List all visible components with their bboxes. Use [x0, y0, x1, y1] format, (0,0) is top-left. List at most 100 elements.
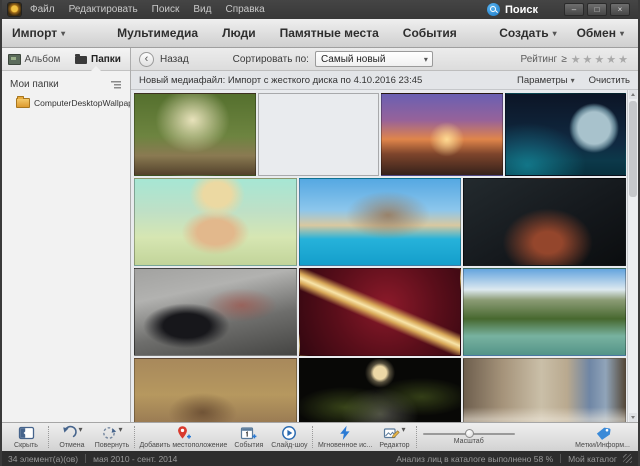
- add-event-button[interactable]: События: [229, 423, 269, 451]
- items-count: 34 элемент(а)(ов): [8, 454, 78, 464]
- divider: [560, 454, 561, 463]
- photo-thumbnail[interactable]: [463, 268, 626, 356]
- hide-panel-button[interactable]: Скрыть: [6, 423, 46, 451]
- divider: [85, 454, 86, 463]
- face-analysis-status: Анализ лиц в каталоге выполнено 58 %: [396, 454, 553, 464]
- rotate-icon: [101, 425, 117, 441]
- menu-edit[interactable]: Редактировать: [69, 4, 138, 15]
- media-toolbar: ‹ Назад Сортировать по: Самый новый ▾ Ре…: [131, 48, 638, 71]
- search-label: Поиск: [505, 4, 538, 16]
- photo-grid: [131, 90, 638, 422]
- menu-help[interactable]: Справка: [225, 4, 264, 15]
- tab-places[interactable]: Памятные места: [280, 26, 379, 40]
- slideshow-button[interactable]: Слайд-шоу: [269, 423, 310, 451]
- sort-by-label: Сортировать по:: [233, 54, 309, 65]
- create-button[interactable]: Создать ▾: [499, 26, 556, 40]
- sort-value: Самый новый: [321, 54, 386, 65]
- photo-thumbnail[interactable]: [505, 93, 627, 176]
- options-label: Параметры: [517, 75, 568, 86]
- tab-events[interactable]: События: [403, 26, 457, 40]
- event-calendar-icon: [240, 425, 257, 441]
- add-location-button[interactable]: Добавить местоположение: [138, 423, 229, 451]
- scroll-down-arrow-icon[interactable]: [629, 413, 637, 422]
- resize-grip[interactable]: [623, 454, 632, 463]
- separator: [134, 426, 136, 448]
- batch-title: Новый медиафайл: Импорт с жесткого диска…: [139, 75, 422, 86]
- menu-file[interactable]: Файл: [30, 4, 55, 15]
- photo-thumbnail[interactable]: [134, 93, 256, 176]
- close-button[interactable]: ×: [610, 3, 630, 16]
- share-button[interactable]: Обмен ▾: [577, 26, 624, 40]
- photo-thumbnail[interactable]: [134, 268, 297, 356]
- panel-tabs: Альбом Папки: [2, 48, 130, 71]
- options-button[interactable]: Параметры ▾: [517, 75, 575, 86]
- catalog-name[interactable]: Мой каталог: [568, 454, 617, 464]
- clear-button[interactable]: Очистить: [589, 75, 630, 86]
- folder-name: ComputerDesktopWallpapersColle...: [34, 98, 130, 108]
- add-location-pin-icon: [175, 425, 192, 441]
- window-controls: – □ ×: [564, 3, 630, 16]
- photo-thumbnail[interactable]: [463, 358, 626, 422]
- menu-find[interactable]: Поиск: [152, 4, 180, 15]
- import-button[interactable]: Импорт ▾: [12, 26, 65, 40]
- hide-panel-icon: [18, 425, 35, 441]
- rating-filter[interactable]: Рейтинг ≥ ★★★★★: [520, 53, 630, 66]
- slideshow-play-icon: [281, 425, 297, 441]
- photo-thumbnail[interactable]: [134, 178, 297, 266]
- menu-bar: Файл Редактировать Поиск Вид Справка: [30, 4, 265, 15]
- create-label: Создать: [499, 26, 548, 40]
- chevron-down-icon[interactable]: ▾: [401, 425, 405, 434]
- photo-thumbnail[interactable]: [299, 178, 462, 266]
- main-area: ‹ Назад Сортировать по: Самый новый ▾ Ре…: [131, 48, 638, 422]
- maximize-button[interactable]: □: [587, 3, 607, 16]
- zoom-slider[interactable]: Масштаб: [420, 429, 517, 445]
- photo-thumbnail[interactable]: [299, 268, 462, 356]
- search-button[interactable]: Поиск: [487, 3, 538, 16]
- tag-icon: [594, 425, 612, 441]
- view-tabs: Мультимедиа Люди Памятные места События: [117, 26, 457, 40]
- photo-thumbnail[interactable]: [463, 178, 626, 266]
- photo-thumbnail[interactable]: [381, 93, 503, 176]
- editor-button[interactable]: ▾ Редактор: [374, 423, 414, 451]
- folder-icon: [75, 56, 87, 64]
- back-button[interactable]: ‹: [139, 52, 154, 67]
- folder-tree-view-icon[interactable]: [111, 80, 122, 89]
- tab-media[interactable]: Мультимедиа: [117, 26, 198, 40]
- vertical-scrollbar[interactable]: [627, 90, 638, 422]
- photo-thumbnail[interactable]: [258, 93, 380, 176]
- instant-fix-button[interactable]: Мгновенное ис...: [316, 423, 375, 451]
- minimize-button[interactable]: –: [564, 3, 584, 16]
- organizer-window: Файл Редактировать Поиск Вид Справка Пои…: [0, 0, 640, 466]
- tab-albums[interactable]: Альбом: [2, 48, 66, 70]
- zoom-slider-thumb[interactable]: [465, 429, 474, 438]
- chevron-down-icon[interactable]: ▾: [78, 425, 82, 434]
- separator: [312, 426, 314, 448]
- import-batch-bar: Новый медиафайл: Импорт с жесткого диска…: [131, 71, 638, 90]
- left-panel: Альбом Папки Мои папки ComputerDesktopWa…: [2, 48, 131, 422]
- action-bar: Скрыть ▾ Отмена ▾ Повернуть: [2, 422, 638, 451]
- sort-dropdown[interactable]: Самый новый ▾: [315, 51, 433, 67]
- undo-icon: [61, 425, 77, 441]
- chevron-down-icon[interactable]: ▾: [118, 425, 122, 434]
- nav-right: Создать ▾ Обмен ▾: [499, 26, 624, 40]
- my-folders-header: Мои папки: [2, 71, 130, 96]
- rating-stars[interactable]: ★★★★★: [571, 53, 630, 66]
- chevron-down-icon: ▾: [571, 76, 575, 85]
- back-label[interactable]: Назад: [160, 54, 189, 65]
- tags-info-button[interactable]: Метки/Информ...: [573, 423, 632, 451]
- back-chevron-icon: ‹: [145, 54, 149, 65]
- zoom-slider-track[interactable]: [423, 429, 515, 438]
- photo-thumbnail[interactable]: [299, 358, 462, 422]
- scrollbar-thumb[interactable]: [629, 101, 637, 197]
- chevron-down-icon: ▾: [424, 55, 428, 64]
- tab-people[interactable]: Люди: [222, 26, 256, 40]
- rotate-button[interactable]: ▾ Повернуть: [92, 423, 132, 451]
- photo-thumbnail[interactable]: [134, 358, 297, 422]
- yellow-folder-icon: [16, 98, 30, 108]
- scroll-up-arrow-icon[interactable]: [629, 90, 637, 99]
- lightning-bolt-icon: [337, 425, 353, 441]
- menu-view[interactable]: Вид: [193, 4, 211, 15]
- album-tab-label: Альбом: [25, 54, 61, 65]
- undo-button[interactable]: ▾ Отмена: [52, 423, 92, 451]
- folder-list-item[interactable]: ComputerDesktopWallpapersColle...: [2, 96, 130, 110]
